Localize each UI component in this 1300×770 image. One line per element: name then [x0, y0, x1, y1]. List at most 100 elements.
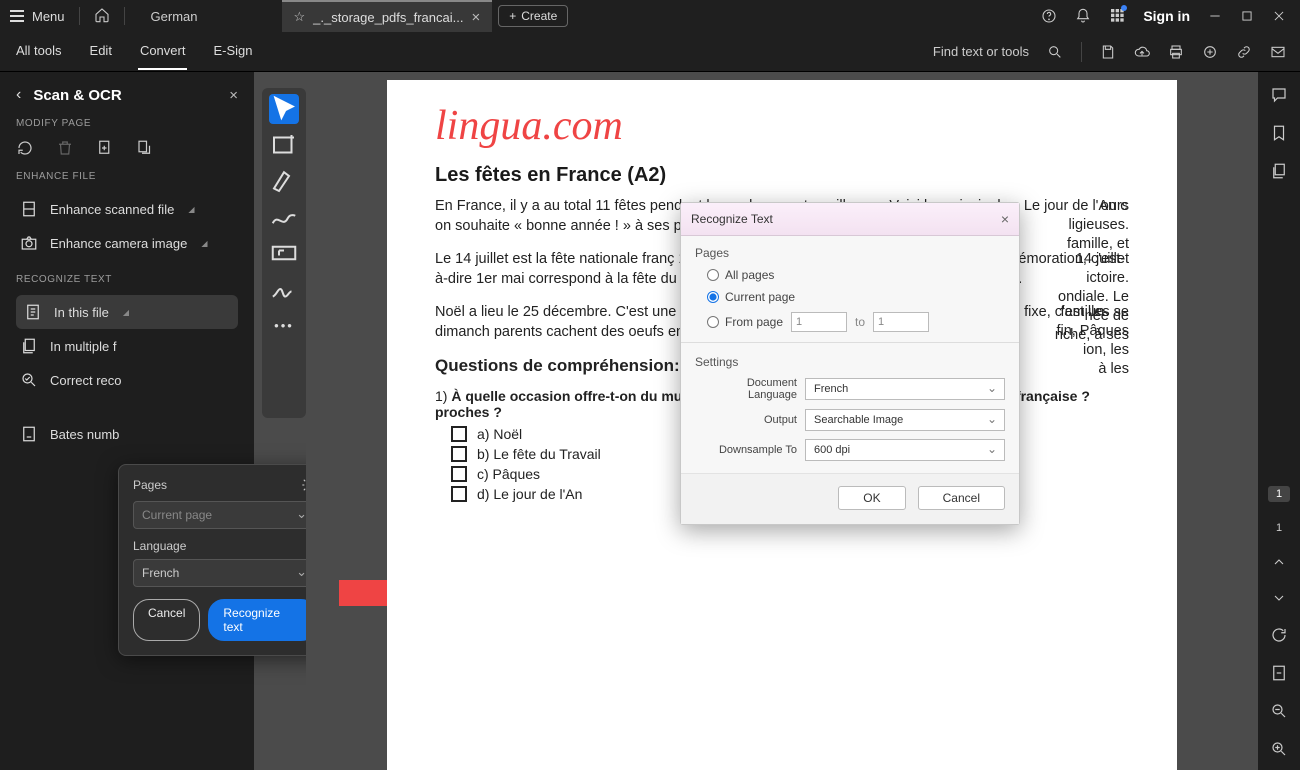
- signin-button[interactable]: Sign in: [1143, 8, 1190, 24]
- link-icon[interactable]: [1236, 44, 1252, 60]
- close-window-icon[interactable]: [1272, 9, 1286, 23]
- dialog-pages-section: Pages All pages Current page From page t…: [681, 236, 1019, 332]
- dialog-cancel-button[interactable]: Cancel: [918, 486, 1005, 510]
- app-titlebar: Menu German ☆ _._storage_pdfs_francai...…: [0, 0, 1300, 32]
- extract-page-icon[interactable]: [136, 139, 154, 157]
- insert-page-icon[interactable]: [96, 139, 114, 157]
- home-icon: [94, 7, 110, 23]
- page-up-icon[interactable]: [1271, 554, 1287, 570]
- help-icon[interactable]: [1041, 8, 1057, 24]
- print-icon[interactable]: [1168, 44, 1184, 60]
- freehand-icon: [269, 202, 299, 232]
- minimize-icon[interactable]: [1208, 9, 1222, 23]
- vertical-toolbar: •••: [262, 88, 306, 418]
- page-current-badge[interactable]: 1: [1268, 486, 1290, 502]
- cloud-upload-icon[interactable]: [1134, 44, 1150, 60]
- checkbox-icon: [451, 446, 467, 462]
- popover-pages-label: Pages: [133, 478, 167, 492]
- add-text-tool[interactable]: [269, 130, 299, 160]
- rotate-view-icon[interactable]: [1270, 626, 1288, 644]
- enhance-scanned-file[interactable]: Enhance scanned file◢: [16, 192, 238, 226]
- draw-tool[interactable]: [269, 202, 299, 232]
- to-page-input[interactable]: [873, 312, 929, 332]
- magnify-check-icon: [20, 371, 38, 389]
- bookmark-icon[interactable]: [1270, 124, 1288, 142]
- recognize-popover: Pages Current page Language French Cance…: [118, 464, 332, 656]
- zoom-out-icon[interactable]: [1270, 702, 1288, 720]
- popover-pages-select[interactable]: Current page: [133, 501, 317, 529]
- close-tab-button[interactable]: ×: [471, 9, 480, 26]
- downsample-select[interactable]: 600 dpi: [805, 439, 1005, 461]
- tab-german[interactable]: German: [139, 0, 210, 32]
- in-this-file-label: In this file: [54, 305, 109, 320]
- find-label: Find text or tools: [933, 44, 1029, 59]
- section-recognize: RECOGNIZE TEXT: [16, 274, 238, 285]
- files-icon: [20, 337, 38, 355]
- enhance-camera-label: Enhance camera image: [50, 236, 187, 251]
- plus-icon: +: [509, 9, 516, 23]
- create-button[interactable]: + Create: [498, 5, 568, 27]
- more-tools[interactable]: •••: [269, 310, 299, 340]
- add-text-icon: [269, 130, 299, 160]
- camera-icon: [20, 234, 38, 252]
- radio-all-pages[interactable]: All pages: [707, 268, 1005, 282]
- save-icon[interactable]: [1100, 44, 1116, 60]
- maximize-icon[interactable]: [1240, 9, 1254, 23]
- recognize-in-this-file[interactable]: In this file◢: [16, 295, 238, 329]
- correct-label: Correct reco: [50, 373, 122, 388]
- rotate-icon[interactable]: [16, 139, 34, 157]
- sign-tool[interactable]: [269, 274, 299, 304]
- popover-cancel-button[interactable]: Cancel: [133, 599, 200, 641]
- textbox-tool[interactable]: [269, 238, 299, 268]
- recognize-multiple-files[interactable]: In multiple f: [16, 329, 238, 363]
- menu-esign[interactable]: E-Sign: [211, 33, 254, 70]
- pages-section-label: Pages: [695, 246, 1005, 260]
- menu-all-tools[interactable]: All tools: [14, 33, 64, 70]
- radio-from-page[interactable]: From page: [707, 315, 783, 329]
- file-scan-icon: [20, 200, 38, 218]
- zoom-in-icon[interactable]: [1270, 740, 1288, 758]
- menu-edit[interactable]: Edit: [88, 33, 114, 70]
- correct-recognized-text[interactable]: Correct reco: [16, 363, 238, 397]
- left-panel: ‹ Scan & OCR × MODIFY PAGE ENHANCE FILE …: [0, 72, 254, 770]
- dialog-settings-section: Settings Document Language French Output…: [681, 345, 1019, 473]
- close-panel-button[interactable]: ×: [229, 87, 238, 104]
- popover-lang-select[interactable]: French: [133, 559, 317, 587]
- from-page-input[interactable]: [791, 312, 847, 332]
- right-toolbar: 1 1: [1258, 72, 1300, 770]
- tab-label: _._storage_pdfs_francai...: [313, 10, 463, 25]
- highlight-tool[interactable]: [269, 166, 299, 196]
- search-icon[interactable]: [1047, 44, 1063, 60]
- home-button[interactable]: [94, 7, 110, 26]
- bates-numbering[interactable]: Bates numb: [16, 417, 238, 451]
- dialog-close-button[interactable]: ×: [1001, 211, 1009, 227]
- textbox-icon: [269, 238, 299, 268]
- page-total: 1: [1276, 522, 1282, 534]
- delete-page-icon[interactable]: [56, 139, 74, 157]
- back-button[interactable]: ‹: [16, 86, 21, 104]
- mail-icon[interactable]: [1270, 44, 1286, 60]
- popover-lang-label: Language: [133, 539, 317, 553]
- select-tool[interactable]: [269, 94, 299, 124]
- radio-current-page[interactable]: Current page: [707, 290, 1005, 304]
- copy-icon[interactable]: [1270, 162, 1288, 180]
- menu-label: Menu: [32, 9, 65, 24]
- dialog-ok-button[interactable]: OK: [838, 486, 905, 510]
- apps-icon[interactable]: [1109, 7, 1125, 26]
- tab-active-document[interactable]: ☆ _._storage_pdfs_francai... ×: [282, 0, 493, 32]
- popover-recognize-button[interactable]: Recognize text: [208, 599, 317, 641]
- doclang-select[interactable]: French: [805, 378, 1005, 400]
- menu-convert[interactable]: Convert: [138, 33, 188, 70]
- comment-icon[interactable]: [1270, 86, 1288, 104]
- to-label: to: [855, 315, 865, 329]
- share-icon[interactable]: [1202, 44, 1218, 60]
- menu-button[interactable]: Menu: [10, 9, 65, 24]
- section-enhance: ENHANCE FILE: [16, 171, 238, 182]
- document-title: Les fêtes en France (A2): [435, 164, 1129, 187]
- enhance-camera-image[interactable]: Enhance camera image◢: [16, 226, 238, 260]
- output-select[interactable]: Searchable Image: [805, 409, 1005, 431]
- fit-page-icon[interactable]: [1270, 664, 1288, 682]
- cursor-icon: [269, 94, 299, 124]
- bell-icon[interactable]: [1075, 8, 1091, 24]
- page-down-icon[interactable]: [1271, 590, 1287, 606]
